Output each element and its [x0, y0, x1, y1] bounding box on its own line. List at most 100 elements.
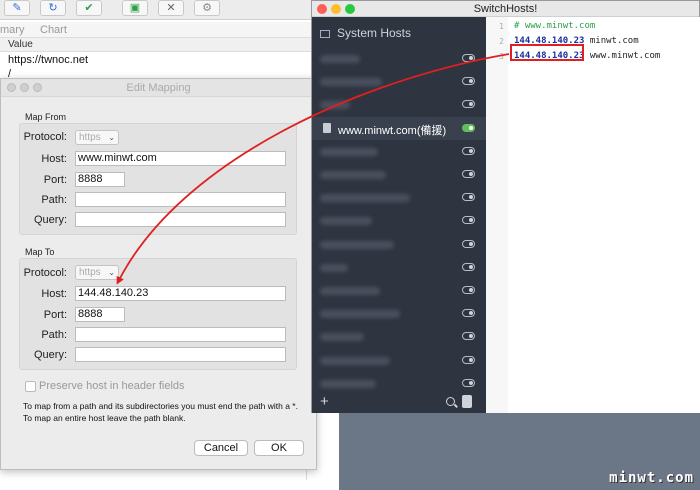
toggle-switch[interactable]	[462, 123, 475, 132]
basket-icon[interactable]: ▣	[122, 0, 148, 16]
blurred-item-label	[320, 101, 350, 110]
blurred-item-label	[320, 263, 348, 272]
search-icon[interactable]	[446, 397, 455, 406]
blurred-item-label	[320, 217, 372, 226]
from-protocol-select[interactable]: https ⌄	[75, 130, 119, 145]
from-query-field[interactable]	[75, 212, 286, 227]
from-path-field[interactable]	[75, 192, 286, 207]
system-hosts-item[interactable]: System Hosts	[320, 26, 411, 40]
toggle-switch[interactable]	[462, 309, 475, 318]
hosts-item[interactable]	[312, 372, 486, 395]
blurred-item-label	[320, 287, 380, 295]
blurred-item-label	[320, 310, 400, 319]
toggle-switch[interactable]	[462, 193, 475, 202]
code-comment: # www.minwt.com	[514, 21, 596, 31]
code-host: minwt.com	[589, 36, 639, 46]
hosts-item[interactable]	[312, 93, 486, 116]
code-line: # www.minwt.com	[514, 21, 595, 31]
add-icon[interactable]: +	[320, 394, 329, 409]
switchhosts-title: SwitchHosts!	[473, 3, 538, 15]
hosts-item[interactable]	[312, 349, 486, 372]
hosts-item[interactable]	[312, 163, 486, 186]
map-from-label: Map From	[25, 112, 67, 122]
minimize-dot-icon[interactable]	[331, 4, 341, 14]
table-row[interactable]: https://twnoc.net	[0, 54, 320, 68]
blurred-item-label	[320, 147, 378, 156]
hosts-item-active[interactable]: www.minwt.com(備援)	[312, 116, 486, 140]
toggle-switch[interactable]	[462, 216, 475, 225]
chevron-down-icon: ⌄	[108, 268, 115, 277]
row-value: https://twnoc.net	[8, 54, 89, 66]
system-hosts-label: System Hosts	[337, 26, 412, 40]
refresh-icon[interactable]: ↻	[40, 0, 66, 16]
toggle-switch[interactable]	[462, 332, 475, 341]
hosts-item[interactable]	[312, 70, 486, 93]
toggle-switch[interactable]	[462, 146, 475, 155]
hosts-item[interactable]	[312, 140, 486, 163]
ip-highlight-box	[510, 44, 584, 61]
preserve-host-checkbox[interactable]	[25, 381, 36, 392]
toggle-switch[interactable]	[462, 239, 475, 248]
to-port-field[interactable]: 8888	[75, 307, 125, 322]
switchhosts-window: SwitchHosts! System Hosts www.minwt.com(…	[311, 0, 700, 413]
toggle-switch[interactable]	[462, 286, 475, 294]
tools-icon[interactable]: ✕	[158, 0, 184, 16]
tab-summary[interactable]: mary	[0, 24, 24, 36]
minimize-dot-icon[interactable]	[20, 83, 29, 92]
toggle-switch[interactable]	[462, 170, 475, 178]
toggle-switch[interactable]	[462, 54, 475, 62]
hosts-item[interactable]	[312, 279, 486, 302]
lock-icon[interactable]	[462, 395, 472, 408]
from-path-label: Path:	[41, 194, 67, 206]
pencil-icon[interactable]: ✎	[4, 0, 30, 16]
hosts-editor[interactable]: 1 2 3 # www.minwt.com 144.48.140.23 minw…	[486, 17, 700, 413]
toggle-switch[interactable]	[462, 100, 475, 109]
file-icon	[323, 122, 331, 133]
from-query-label: Query:	[33, 214, 67, 226]
to-query-field[interactable]	[75, 347, 286, 362]
blurred-item-label	[320, 333, 364, 342]
toggle-switch[interactable]	[462, 262, 475, 271]
zoom-dot-icon[interactable]	[345, 4, 355, 14]
blurred-item-label	[320, 78, 382, 87]
hosts-item[interactable]	[312, 325, 486, 348]
close-dot-icon[interactable]	[7, 83, 16, 92]
from-protocol-value: https	[79, 132, 101, 143]
settings-icon[interactable]: ⚙	[194, 0, 220, 16]
watermark: minwt.com	[609, 470, 694, 486]
toggle-switch[interactable]	[462, 355, 475, 364]
hosts-item[interactable]	[312, 256, 486, 279]
to-path-field[interactable]	[75, 327, 286, 342]
hosts-item[interactable]	[312, 233, 486, 256]
from-port-field[interactable]: 8888	[75, 172, 125, 187]
to-host-field[interactable]: 144.48.140.23	[75, 286, 286, 301]
from-host-field[interactable]: www.minwt.com	[75, 151, 286, 166]
ok-button[interactable]: OK	[254, 440, 304, 456]
blurred-item-label	[320, 194, 410, 203]
zoom-dot-icon[interactable]	[33, 83, 42, 92]
tab-chart[interactable]: Chart	[40, 24, 67, 36]
blurred-item-label	[320, 240, 394, 249]
hosts-item[interactable]	[312, 209, 486, 232]
code-host: www.minwt.com	[589, 51, 661, 61]
cancel-button[interactable]: Cancel	[194, 440, 248, 456]
charles-toolbar: ✎ ↻ ✔ ▣ ✕ ⚙	[0, 0, 320, 20]
blurred-item-label	[320, 379, 376, 388]
hosts-item[interactable]	[312, 186, 486, 209]
toggle-switch[interactable]	[462, 77, 475, 86]
from-port-label: Port:	[43, 174, 67, 186]
toggle-switch[interactable]	[462, 378, 475, 387]
dialog-title: Edit Mapping	[126, 82, 191, 94]
to-protocol-label: Protocol:	[23, 267, 67, 279]
hosts-item[interactable]	[312, 47, 486, 70]
preserve-host-label: Preserve host in header fields	[39, 380, 185, 392]
to-protocol-select[interactable]: https ⌄	[75, 265, 119, 280]
monitor-icon	[320, 30, 330, 38]
hosts-item[interactable]	[312, 302, 486, 325]
blurred-item-label	[320, 55, 360, 63]
from-host-label: Host:	[41, 153, 67, 165]
dialog-titlebar: Edit Mapping	[1, 79, 316, 97]
check-icon[interactable]: ✔	[76, 0, 102, 16]
close-dot-icon[interactable]	[317, 4, 327, 14]
to-port-label: Port:	[43, 309, 67, 321]
